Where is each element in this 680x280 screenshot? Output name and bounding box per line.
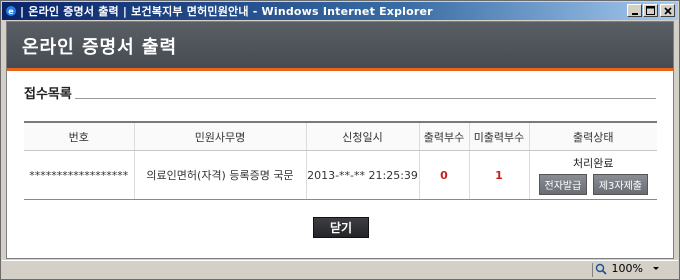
minimize-icon [631, 12, 638, 15]
cell-service: 의료인면허(자격) 등록증명 국문 [133, 150, 306, 200]
receipt-table: 번호 민원사무명 신청일시 출력부수 미출력부수 출력상태 **********… [24, 121, 657, 200]
maximize-icon [646, 6, 655, 15]
page-title: 온라인 증명서 출력 [22, 37, 178, 58]
minimize-button[interactable] [627, 4, 642, 17]
page-header: 온라인 증명서 출력 [7, 22, 673, 68]
zoom-control[interactable]: 100% [595, 262, 660, 275]
column-header-number: 번호 [24, 121, 134, 151]
browser-window: e | 온라인 증명서 출력 | 보건복지부 면허민원안내 - Windows … [0, 0, 680, 280]
svg-text:e: e [8, 7, 14, 16]
maximize-button[interactable] [643, 4, 658, 17]
column-header-unprinted: 미출력부수 [468, 121, 529, 151]
zoom-icon [595, 263, 607, 275]
cell-number: ****************** [24, 150, 134, 200]
status-separator [592, 263, 593, 277]
electronic-issue-button[interactable]: 전자발급 [538, 174, 588, 195]
status-bar: 100% [2, 260, 678, 279]
column-header-service: 민원사무명 [133, 121, 306, 151]
close-window-button[interactable] [660, 4, 675, 17]
title-bar: e | 온라인 증명서 출력 | 보건복지부 면허민원안내 - Windows … [2, 2, 678, 20]
window-title: | 온라인 증명서 출력 | 보건복지부 면허민원안내 - Windows In… [20, 5, 433, 18]
cell-unprinted-count: 1 [468, 150, 529, 200]
close-icon [663, 6, 672, 15]
status-text: 처리완료 [573, 157, 614, 170]
zoom-level: 100% [611, 262, 643, 275]
column-header-status: 출력상태 [528, 121, 657, 151]
table-row: ****************** 의료인면허(자격) 등록증명 국문 201… [24, 150, 657, 200]
section-title: 접수목록 [24, 83, 75, 102]
third-party-submit-button[interactable]: 제3자제출 [592, 174, 648, 195]
close-button[interactable]: 닫기 [313, 217, 369, 238]
section-divider [24, 98, 656, 99]
page-content: 온라인 증명서 출력 접수목록 번호 민원사무명 신청일시 출력부수 미출력부수… [6, 21, 674, 259]
column-header-date: 신청일시 [305, 121, 419, 151]
cell-status: 처리완료 전자발급 제3자제출 [528, 150, 657, 200]
chevron-down-icon [653, 266, 659, 270]
ie-logo-icon: e [5, 5, 17, 17]
table-header-row: 번호 민원사무명 신청일시 출력부수 미출력부수 출력상태 [24, 121, 657, 151]
cell-date: 2013-**-** 21:25:39 [305, 150, 419, 200]
cell-printed-count: 0 [418, 150, 469, 200]
header-accent-line [7, 68, 673, 71]
column-header-printed: 출력부수 [418, 121, 469, 151]
